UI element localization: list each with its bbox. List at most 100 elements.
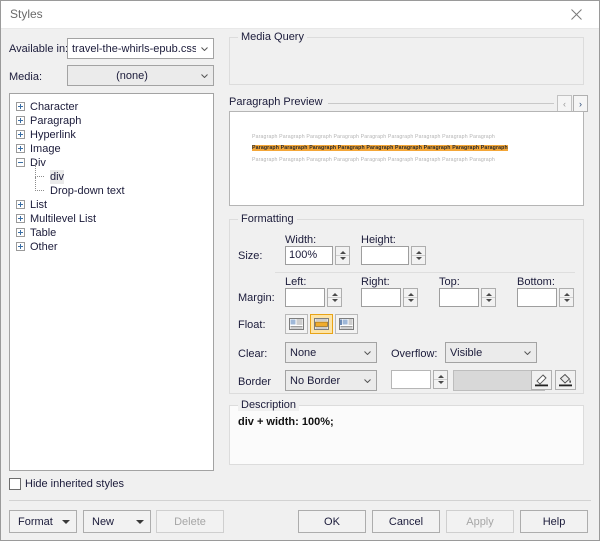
tree-item-character[interactable]: Character — [16, 100, 206, 114]
expand-icon[interactable] — [16, 242, 25, 251]
width-stepper[interactable] — [335, 246, 350, 265]
chevron-down-icon — [62, 520, 70, 524]
paragraph-preview-canvas: Paragraph Paragraph Paragraph Paragraph … — [229, 111, 584, 206]
cancel-button[interactable]: Cancel — [372, 510, 440, 533]
expand-icon[interactable] — [16, 228, 25, 237]
chevron-down-icon — [136, 520, 144, 524]
clear-select[interactable]: None — [285, 342, 377, 363]
window-title: Styles — [10, 7, 43, 21]
chevron-down-icon — [359, 379, 376, 383]
hide-inherited-styles-checkbox[interactable] — [9, 478, 21, 490]
margin-top-stepper[interactable] — [481, 288, 496, 307]
preview-line-highlighted: Paragraph Paragraph Paragraph Paragraph … — [252, 145, 508, 151]
media-select[interactable]: (none) — [67, 65, 214, 86]
tree-line — [35, 163, 37, 177]
expand-icon[interactable] — [16, 214, 25, 223]
ok-button[interactable]: OK — [298, 510, 366, 533]
new-button-label: New — [92, 516, 114, 528]
tree-item-image[interactable]: Image — [16, 142, 206, 156]
media-query-group: Media Query — [229, 37, 584, 85]
margin-bottom-stepper[interactable] — [559, 288, 574, 307]
preview-line: Paragraph Paragraph Paragraph Paragraph … — [252, 134, 495, 140]
width-label: Width: — [285, 234, 316, 246]
border-label: Border — [238, 376, 271, 388]
height-stepper[interactable] — [411, 246, 426, 265]
media-query-field[interactable] — [234, 44, 579, 80]
tree-item-other[interactable]: Other — [16, 240, 206, 254]
delete-button: Delete — [156, 510, 224, 533]
expand-icon[interactable] — [16, 144, 25, 153]
preview-next-button[interactable]: › — [573, 95, 588, 112]
media-value: (none) — [68, 70, 196, 82]
margin-right-stepper[interactable] — [403, 288, 418, 307]
float-right-icon[interactable] — [335, 314, 358, 334]
tree-item-label: Table — [30, 226, 56, 240]
margin-top-input[interactable] — [439, 288, 479, 307]
tree-item-div-child[interactable]: div — [16, 170, 206, 184]
footer-divider — [9, 500, 591, 501]
tree-item-dropdown-text[interactable]: Drop-down text — [16, 184, 206, 198]
divider — [275, 272, 575, 273]
tree-item-multilevel-list[interactable]: Multilevel List — [16, 212, 206, 226]
description-title: Description — [238, 399, 299, 411]
tree-elbow — [35, 190, 44, 192]
help-button[interactable]: Help — [520, 510, 588, 533]
hide-inherited-styles-label: Hide inherited styles — [25, 478, 124, 490]
size-label: Size: — [238, 250, 262, 262]
tree-item-label: div — [50, 170, 64, 184]
paint-bucket-icon[interactable] — [555, 370, 576, 390]
tree-item-hyperlink[interactable]: Hyperlink — [16, 128, 206, 142]
expand-icon[interactable] — [16, 200, 25, 209]
tree-item-label: Character — [30, 100, 78, 114]
overflow-label: Overflow: — [391, 348, 437, 360]
styles-dialog: Styles Available in: travel-the-whirls-e… — [0, 0, 600, 541]
tree-line — [35, 177, 37, 191]
close-icon[interactable] — [554, 1, 599, 27]
preview-prev-button[interactable]: ‹ — [557, 95, 572, 112]
expand-icon[interactable] — [16, 130, 25, 139]
new-button[interactable]: New — [83, 510, 151, 533]
formatting-group: Formatting Size: Width: 100% Height: Mar… — [229, 219, 584, 394]
chevron-down-icon — [359, 351, 376, 355]
styles-tree[interactable]: Character Paragraph Hyperlink Image Div … — [9, 93, 214, 471]
margin-left-input[interactable] — [285, 288, 325, 307]
tree-item-label: Other — [30, 240, 58, 254]
float-left-icon[interactable] — [285, 314, 308, 334]
height-input[interactable] — [361, 246, 409, 265]
apply-button: Apply — [446, 510, 514, 533]
border-value: No Border — [286, 375, 359, 387]
collapse-icon[interactable] — [16, 158, 25, 167]
margin-bottom-label: Bottom: — [517, 276, 555, 288]
expand-icon[interactable] — [16, 102, 25, 111]
height-label: Height: — [361, 234, 396, 246]
media-label: Media: — [9, 71, 42, 83]
margin-left-stepper[interactable] — [327, 288, 342, 307]
format-button-label: Format — [18, 516, 53, 528]
overflow-select[interactable]: Visible — [445, 342, 537, 363]
tree-item-list[interactable]: List — [16, 198, 206, 212]
margin-left-label: Left: — [285, 276, 306, 288]
border-width-input[interactable] — [391, 370, 431, 389]
tree-item-paragraph[interactable]: Paragraph — [16, 114, 206, 128]
margin-right-input[interactable] — [361, 288, 401, 307]
chevron-down-icon — [519, 351, 536, 355]
clear-label: Clear: — [238, 348, 267, 360]
available-in-value: travel-the-whirls-epub.css — [68, 43, 196, 55]
float-none-icon[interactable] — [310, 314, 333, 334]
float-label: Float: — [238, 319, 266, 331]
tree-item-table[interactable]: Table — [16, 226, 206, 240]
tree-item-label: Div — [30, 156, 46, 170]
clear-value: None — [286, 347, 359, 359]
overflow-value: Visible — [446, 347, 519, 359]
tree-item-label: Hyperlink — [30, 128, 76, 142]
chevron-down-icon — [196, 74, 213, 78]
border-style-select[interactable]: No Border — [285, 370, 377, 391]
pen-line-icon[interactable] — [531, 370, 552, 390]
border-width-stepper[interactable] — [433, 370, 448, 389]
available-in-select[interactable]: travel-the-whirls-epub.css — [67, 38, 214, 59]
expand-icon[interactable] — [16, 116, 25, 125]
format-button[interactable]: Format — [9, 510, 77, 533]
tree-item-div[interactable]: Div — [16, 156, 206, 170]
width-input[interactable]: 100% — [285, 246, 333, 265]
margin-bottom-input[interactable] — [517, 288, 557, 307]
